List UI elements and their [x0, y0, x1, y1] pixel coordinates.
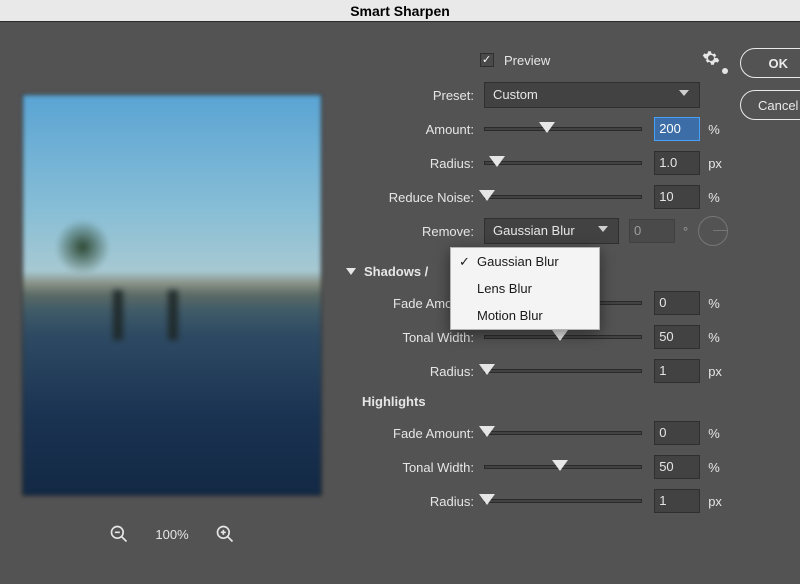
reduce-noise-slider-thumb[interactable]	[479, 190, 495, 201]
preview-label: Preview	[504, 53, 550, 68]
slider-thumb[interactable]	[552, 330, 568, 341]
highlights-tonal-input[interactable]: 50	[654, 455, 700, 479]
amount-slider[interactable]	[484, 127, 642, 131]
remove-label: Remove:	[340, 224, 484, 239]
dialog-title: Smart Sharpen	[0, 0, 800, 22]
slider-thumb[interactable]	[479, 364, 495, 375]
shadows-radius-label: Radius:	[340, 364, 484, 379]
highlights-fade-slider[interactable]	[484, 431, 642, 435]
chevron-down-icon	[598, 226, 608, 232]
highlights-fade-input[interactable]: 0	[654, 421, 700, 445]
settings-gear-icon[interactable]	[702, 49, 724, 71]
remove-dropdown[interactable]: Gaussian Blur	[484, 218, 619, 244]
zoom-percentage: 100%	[155, 527, 188, 542]
reduce-noise-input[interactable]: 10	[654, 185, 700, 209]
remove-angle-input: 0	[629, 219, 675, 243]
radius-unit: px	[700, 156, 728, 171]
zoom-in-icon[interactable]	[215, 524, 235, 544]
highlights-tonal-label: Tonal Width:	[340, 460, 484, 475]
preview-image[interactable]	[22, 94, 322, 496]
highlights-heading: Highlights	[340, 388, 728, 416]
shadows-fade-input[interactable]: 0	[654, 291, 700, 315]
radius-label: Radius:	[340, 156, 484, 171]
slider-thumb[interactable]	[479, 426, 495, 437]
cancel-button[interactable]: Cancel	[740, 90, 800, 120]
degree-unit: °	[683, 224, 688, 239]
dropdown-item-gaussian-blur[interactable]: Gaussian Blur	[451, 248, 599, 275]
shadows-tonal-label: Tonal Width:	[340, 330, 484, 345]
dropdown-item-motion-blur[interactable]: Motion Blur	[451, 302, 599, 329]
remove-dropdown-menu[interactable]: Gaussian Blur Lens Blur Motion Blur	[450, 247, 600, 330]
chevron-down-icon	[679, 90, 689, 96]
preview-checkbox[interactable]	[480, 53, 494, 67]
reduce-noise-slider[interactable]	[484, 195, 642, 199]
amount-slider-thumb[interactable]	[539, 122, 555, 133]
triangle-down-icon	[346, 268, 356, 275]
angle-dial	[698, 216, 728, 246]
shadows-radius-slider[interactable]	[484, 369, 642, 373]
amount-input[interactable]: 200	[654, 117, 700, 141]
shadows-tonal-input[interactable]: 50	[654, 325, 700, 349]
dropdown-item-lens-blur[interactable]: Lens Blur	[451, 275, 599, 302]
preset-dropdown[interactable]: Custom	[484, 82, 700, 108]
radius-slider-thumb[interactable]	[489, 156, 505, 167]
zoom-out-icon[interactable]	[109, 524, 129, 544]
amount-unit: %	[700, 122, 728, 137]
highlights-radius-slider[interactable]	[484, 499, 642, 503]
amount-label: Amount:	[340, 122, 484, 137]
highlights-fade-label: Fade Amount:	[340, 426, 484, 441]
radius-input[interactable]: 1.0	[654, 151, 700, 175]
highlights-tonal-slider[interactable]	[484, 465, 642, 469]
slider-thumb[interactable]	[552, 460, 568, 471]
radius-slider[interactable]	[484, 161, 642, 165]
ok-button[interactable]: OK	[740, 48, 800, 78]
reduce-noise-label: Reduce Noise:	[340, 190, 484, 205]
reduce-noise-unit: %	[700, 190, 728, 205]
shadows-tonal-slider[interactable]	[484, 335, 642, 339]
highlights-radius-input[interactable]: 1	[654, 489, 700, 513]
slider-thumb[interactable]	[479, 494, 495, 505]
shadows-radius-input[interactable]: 1	[654, 359, 700, 383]
highlights-radius-label: Radius:	[340, 494, 484, 509]
preset-label: Preset:	[340, 88, 484, 103]
